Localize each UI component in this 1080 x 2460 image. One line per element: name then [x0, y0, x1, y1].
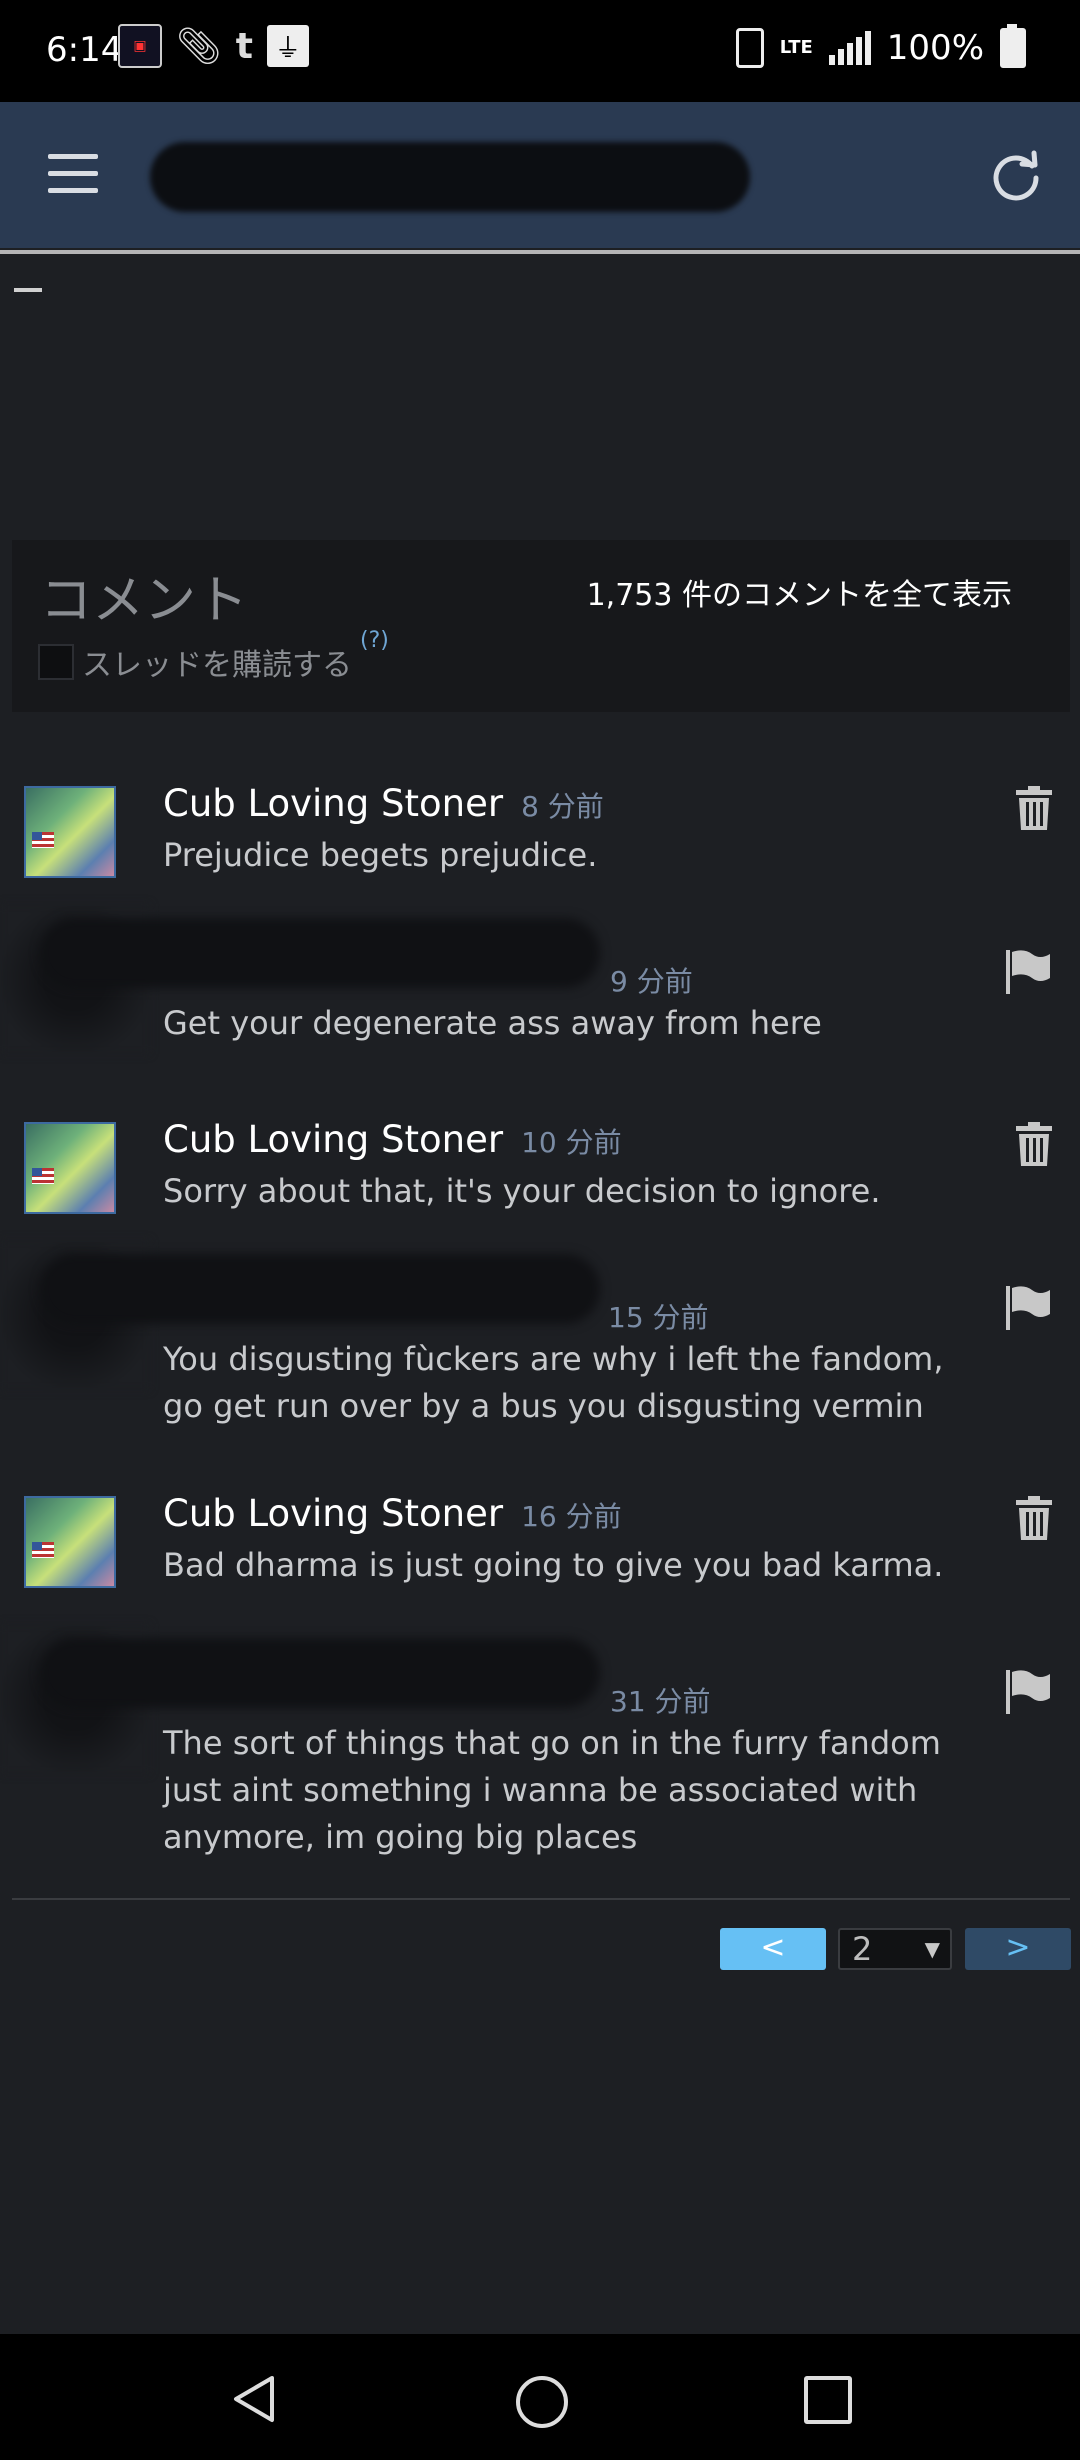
- notification-app-icon: ▣: [118, 24, 162, 68]
- cropped-text-line: [0, 250, 1080, 290]
- avatar[interactable]: [24, 1122, 116, 1214]
- system-nav-bar: [0, 2334, 1080, 2460]
- divider: [12, 1898, 1070, 1900]
- signal-icon: [828, 31, 871, 65]
- subscribe-checkbox[interactable]: [38, 644, 74, 680]
- redacted-author: [40, 1254, 600, 1324]
- delete-icon[interactable]: [1016, 1496, 1052, 1540]
- subscribe-row: スレッドを購読する (?): [38, 628, 389, 684]
- chevron-down-icon: ▼: [924, 1937, 940, 1961]
- tumblr-icon: t: [235, 25, 253, 67]
- comment-timestamp: 9 分前: [610, 965, 693, 998]
- refresh-icon[interactable]: [988, 148, 1044, 204]
- comment-author-row: Cub Loving Stoner 16 分前: [163, 1492, 622, 1535]
- comment-timestamp: 8 分前: [521, 790, 604, 823]
- app-header: [0, 102, 1080, 248]
- delete-icon[interactable]: [1016, 786, 1052, 830]
- comment-text: Sorry about that, it's your decision to …: [163, 1172, 881, 1210]
- hamburger-menu-icon[interactable]: [48, 154, 98, 194]
- comment-timestamp: 10 分前: [521, 1126, 622, 1159]
- notification-icons: ▣ 📎︎ t ⏚: [118, 24, 309, 68]
- comment-text: You disgusting fùckers are why i left th…: [163, 1340, 944, 1425]
- redacted-title: [150, 142, 750, 212]
- vibrate-icon: [735, 28, 764, 68]
- comment-author[interactable]: Cub Loving Stoner: [163, 1492, 503, 1535]
- comment-author[interactable]: Cub Loving Stoner: [163, 1118, 503, 1161]
- battery-percent: 100%: [886, 28, 984, 68]
- redacted-author: [40, 1638, 600, 1708]
- recents-icon[interactable]: [804, 2376, 852, 2424]
- comment-timestamp: 31 分前: [610, 1685, 711, 1718]
- comments-header: コメント 1,753 件のコメントを全て表示 スレッドを購読する (?): [12, 540, 1070, 712]
- report-flag-icon[interactable]: [1006, 950, 1052, 994]
- view-all-comments-link[interactable]: 1,753 件のコメントを全て表示: [587, 570, 1012, 614]
- paperclip-icon: 📎︎: [176, 26, 222, 67]
- comment-text: Bad dharma is just going to give you bad…: [163, 1546, 944, 1584]
- report-flag-icon[interactable]: [1006, 1670, 1052, 1714]
- comment-text: Get your degenerate ass away from here: [163, 1004, 822, 1042]
- help-link[interactable]: (?): [360, 628, 389, 653]
- next-page-button[interactable]: >: [965, 1928, 1071, 1970]
- usb-icon: ⏚: [266, 25, 309, 67]
- comment-timestamp: 15 分前: [608, 1301, 709, 1334]
- subscribe-label[interactable]: スレッドを購読する: [82, 640, 352, 684]
- status-bar: 6:14 ▣ 📎︎ t ⏚ LTE 100%: [0, 0, 1080, 102]
- report-flag-icon[interactable]: [1006, 1286, 1052, 1330]
- avatar[interactable]: [24, 786, 116, 878]
- comment-author-row: Cub Loving Stoner 8 分前: [163, 782, 604, 825]
- prev-page-button[interactable]: <: [720, 1928, 826, 1970]
- battery-icon: [1000, 24, 1026, 68]
- comment-text: The sort of things that go on in the fur…: [163, 1724, 941, 1856]
- lte-icon: LTE: [779, 37, 813, 58]
- comment-author[interactable]: Cub Loving Stoner: [163, 782, 503, 825]
- system-icons: LTE 100%: [735, 24, 1026, 68]
- back-icon[interactable]: [230, 2374, 276, 2424]
- page-select[interactable]: 2 ▼: [838, 1928, 952, 1970]
- avatar[interactable]: [24, 1496, 116, 1588]
- comment-author-row: Cub Loving Stoner 10 分前: [163, 1118, 622, 1161]
- comment-timestamp: 16 分前: [521, 1500, 622, 1533]
- redacted-author: [40, 918, 600, 988]
- home-icon[interactable]: [516, 2376, 568, 2428]
- cropped-text-dash: [14, 288, 42, 292]
- current-page: 2: [852, 1930, 873, 1968]
- comments-title: コメント: [40, 571, 249, 631]
- delete-icon[interactable]: [1016, 1122, 1052, 1166]
- status-time: 6:14: [46, 30, 123, 70]
- comment-text: Prejudice begets prejudice.: [163, 836, 598, 874]
